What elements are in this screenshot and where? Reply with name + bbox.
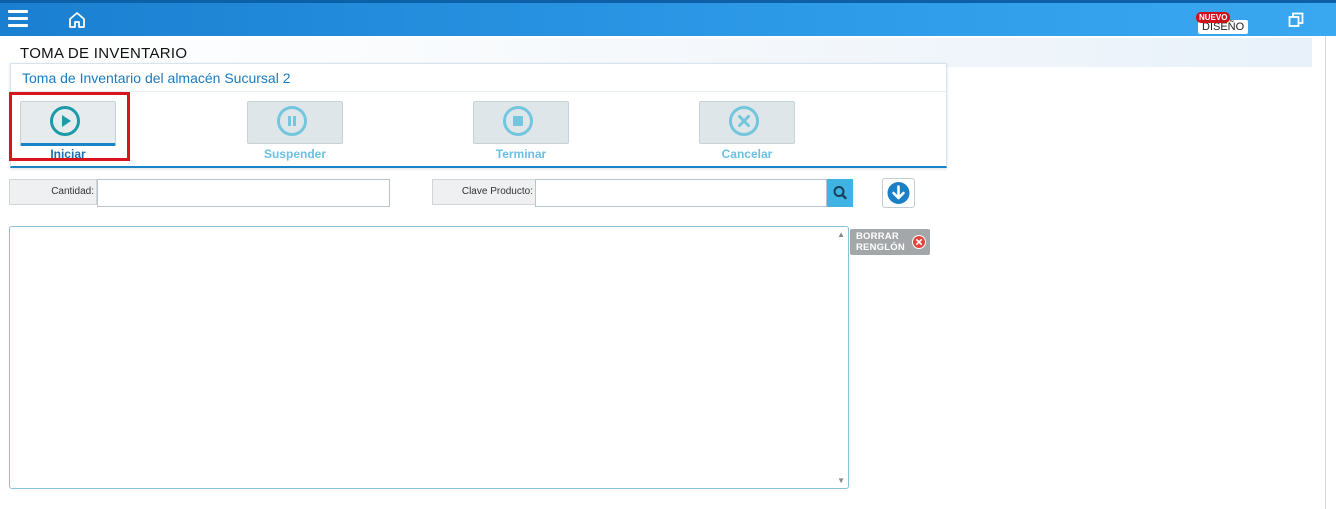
restore-window-icon[interactable] xyxy=(1288,12,1304,28)
close-circle-icon xyxy=(912,235,926,249)
suspend-button-frame xyxy=(247,101,343,144)
search-button[interactable] xyxy=(827,179,853,207)
cancel-label: Cancelar xyxy=(721,147,773,161)
suspend-label: Suspender xyxy=(263,147,326,161)
quantity-input[interactable] xyxy=(97,179,390,207)
new-badge: NUEVO xyxy=(1196,12,1231,23)
start-button[interactable]: Iniciar xyxy=(20,101,116,171)
add-item-button[interactable] xyxy=(882,178,915,208)
pause-icon xyxy=(277,106,307,136)
page-divider xyxy=(1325,36,1326,509)
stop-icon xyxy=(503,106,533,136)
delete-row-label: BORRAR RENGLÓN xyxy=(856,231,905,253)
delete-row-label-line2: RENGLÓN xyxy=(856,241,905,253)
start-button-frame xyxy=(20,101,116,146)
search-icon xyxy=(833,186,847,200)
finish-label: Terminar xyxy=(495,147,547,161)
cancel-button-frame xyxy=(699,101,795,144)
delete-row-label-line1: BORRAR xyxy=(856,231,899,242)
product-key-label: Clave Producto: xyxy=(432,179,536,205)
page-title: TOMA DE INVENTARIO xyxy=(20,45,188,62)
panel-header: Toma de Inventario del almacén Sucursal … xyxy=(11,64,946,92)
items-list-textarea[interactable]: ▲ ▼ xyxy=(9,226,849,489)
cancel-x-icon xyxy=(729,106,759,136)
quantity-label: Cantidad: xyxy=(9,179,97,205)
home-icon[interactable] xyxy=(66,9,88,31)
play-icon xyxy=(50,106,80,136)
panel-title: Toma de Inventario del almacén Sucursal … xyxy=(22,70,291,86)
inventory-panel: Toma de Inventario del almacén Sucursal … xyxy=(10,63,947,168)
arrow-down-circle-icon xyxy=(887,182,910,204)
top-app-bar: NUEVO DISEÑO xyxy=(0,0,1336,36)
product-key-input[interactable] xyxy=(535,179,827,207)
suspend-button[interactable]: Suspender xyxy=(247,101,343,171)
scroll-up-icon[interactable]: ▲ xyxy=(837,230,845,239)
start-label: Iniciar xyxy=(50,147,86,161)
cancel-button[interactable]: Cancelar xyxy=(699,101,795,171)
finish-button-frame xyxy=(473,101,569,144)
delete-row-button[interactable]: BORRAR RENGLÓN xyxy=(850,229,930,255)
hamburger-icon[interactable] xyxy=(8,10,28,28)
scroll-down-icon[interactable]: ▼ xyxy=(837,476,845,485)
finish-button[interactable]: Terminar xyxy=(473,101,569,171)
